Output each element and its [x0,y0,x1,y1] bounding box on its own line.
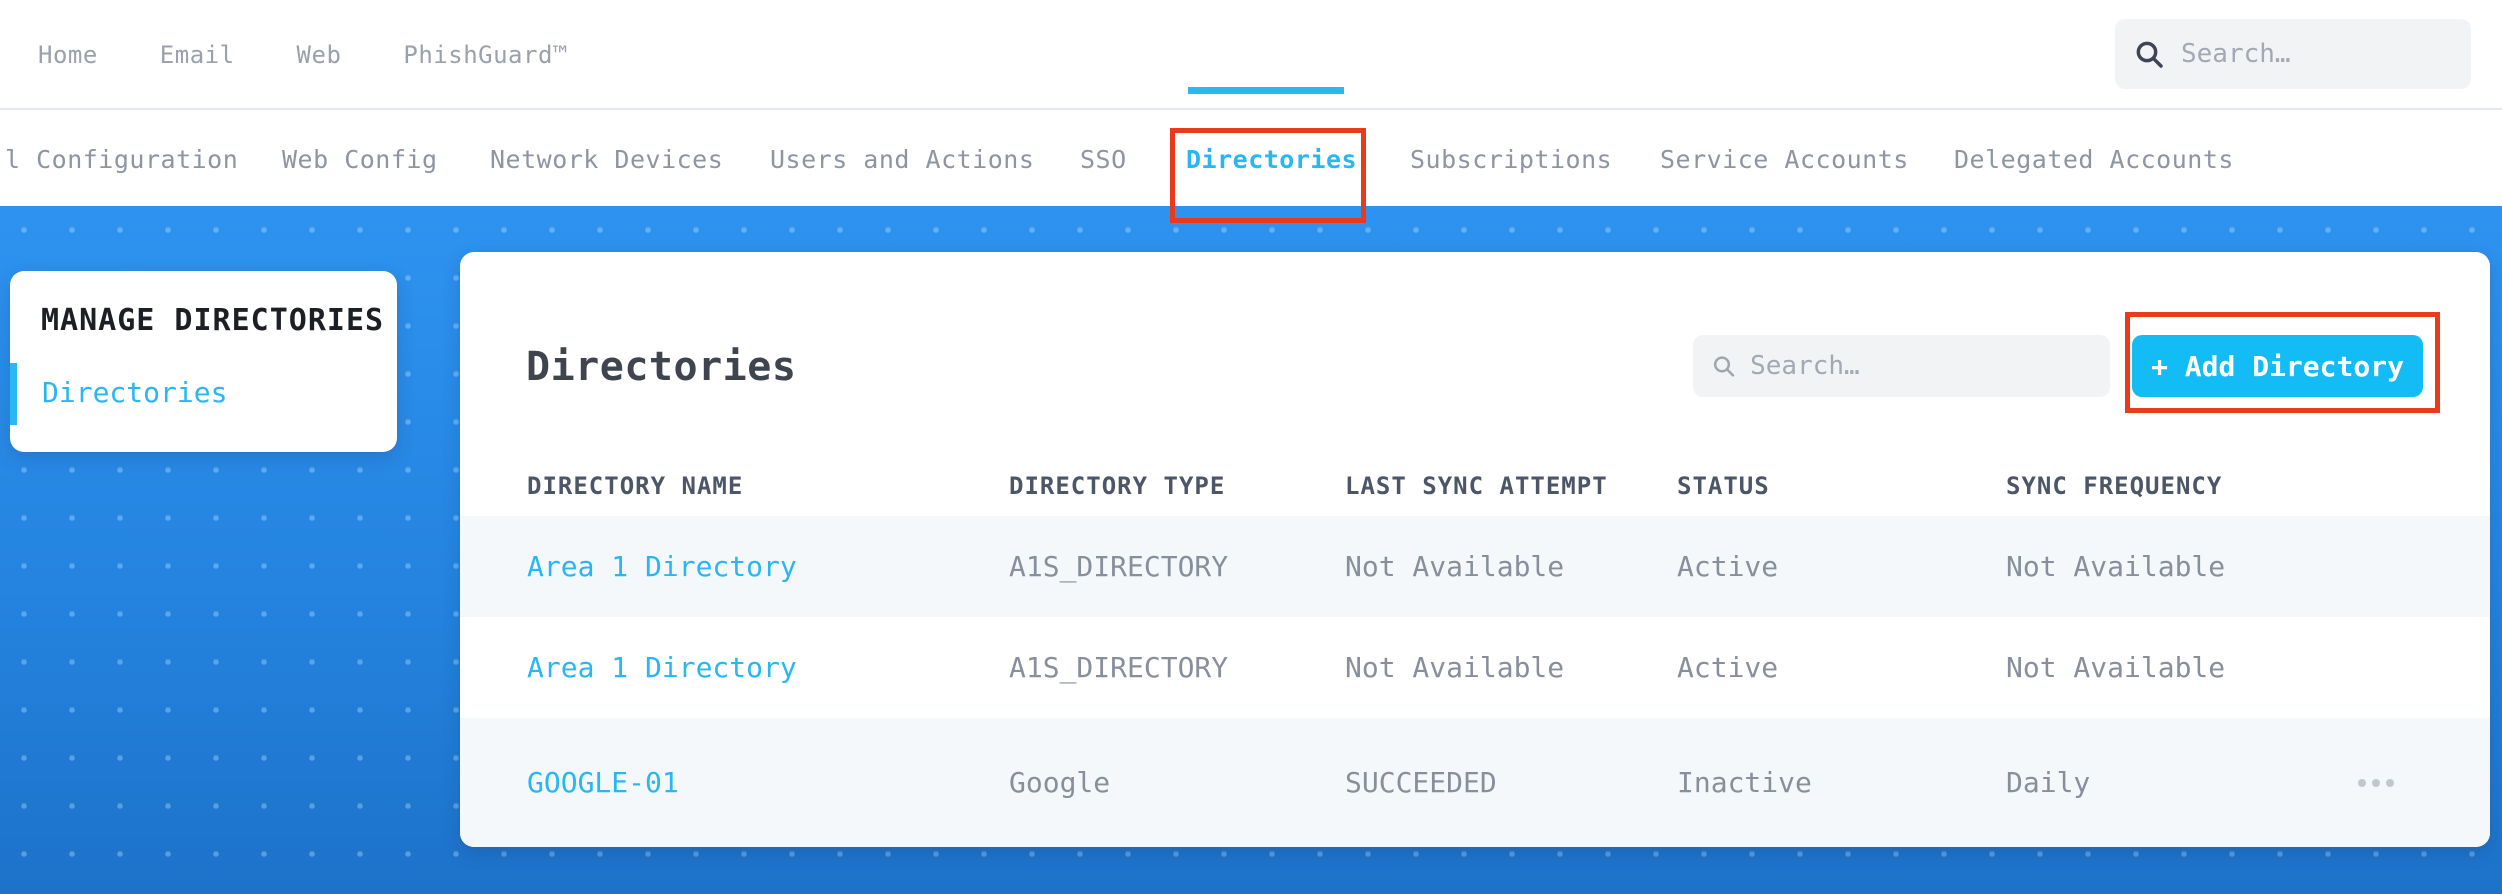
tab-sso[interactable]: SSO [1080,112,1127,206]
table-header-row: DIRECTORY NAME DIRECTORY TYPE LAST SYNC … [460,455,2490,516]
annotation-box-directories-tab [1170,128,1366,223]
page-title: Directories [526,344,797,390]
global-search[interactable] [2115,19,2471,89]
tab-delegated-accounts[interactable]: Delegated Accounts [1954,112,2234,206]
tab-web-config[interactable]: Web Config [282,112,438,206]
tab-users-and-actions[interactable]: Users and Actions [770,112,1034,206]
search-icon [2136,41,2163,68]
tab-network-devices[interactable]: Network Devices [490,112,723,206]
column-header-sync-frequency: SYNC FREQUENCY [2006,471,2223,500]
directory-type-cell: A1S_DIRECTORY [1009,651,1229,684]
status-cell: Inactive [1677,766,1812,799]
nav-item-phishguard[interactable]: PhishGuard™ [403,41,567,69]
nav-item-email[interactable]: Email [160,41,235,69]
more-options-icon[interactable] [2358,718,2418,847]
sidebar-active-indicator [10,363,17,425]
sidebar-title: MANAGE DIRECTORIES [41,303,385,338]
content-area: MANAGE DIRECTORIES Directories Directori… [0,206,2502,894]
tab-service-accounts[interactable]: Service Accounts [1660,112,1909,206]
status-cell: Active [1677,651,1779,684]
directory-type-cell: Google [1009,766,1111,799]
global-search-input[interactable] [2181,39,2453,69]
nav-item-web[interactable]: Web [297,41,342,69]
search-icon [1713,356,1735,377]
table-row: Area 1 Directory A1S_DIRECTORY Not Avail… [460,516,2490,617]
manage-directories-card: MANAGE DIRECTORIES Directories [10,271,397,452]
directory-type-cell: A1S_DIRECTORY [1009,550,1229,583]
sync-frequency-cell: Not Available [2006,651,2226,684]
primary-nav: Home Email Web PhishGuard™ [38,0,568,110]
status-cell: Active [1677,550,1779,583]
sync-frequency-cell: Daily [2006,766,2091,799]
nav-item-home[interactable]: Home [38,41,98,69]
sync-frequency-cell: Not Available [2006,550,2226,583]
column-header-status: STATUS [1677,471,1770,500]
last-sync-cell: SUCCEEDED [1345,766,1497,799]
directory-name-link[interactable]: GOOGLE-01 [527,718,679,847]
sidebar-item-directories[interactable]: Directories [42,376,227,409]
active-tab-underline [1188,87,1344,94]
directories-search-input[interactable] [1750,351,2092,381]
last-sync-cell: Not Available [1345,651,1565,684]
last-sync-cell: Not Available [1345,550,1565,583]
table-row: GOOGLE-01 Google SUCCEEDED Inactive Dail… [460,718,2490,847]
directory-name-link[interactable]: Area 1 Directory [527,516,797,617]
directory-name-link[interactable]: Area 1 Directory [527,617,797,718]
table-row: Area 1 Directory A1S_DIRECTORY Not Avail… [460,617,2490,718]
column-header-directory-name: DIRECTORY NAME [527,471,744,500]
directories-search[interactable] [1693,335,2110,397]
directories-panel: Directories + Add Directory DIRECTORY NA… [460,252,2490,847]
column-header-last-sync: LAST SYNC ATTEMPT [1345,471,1608,500]
column-header-directory-type: DIRECTORY TYPE [1009,471,1226,500]
annotation-box-add-directory [2125,312,2440,413]
tab-subscriptions[interactable]: Subscriptions [1410,112,1612,206]
tab-email-configuration[interactable]: l Configuration [5,112,238,206]
